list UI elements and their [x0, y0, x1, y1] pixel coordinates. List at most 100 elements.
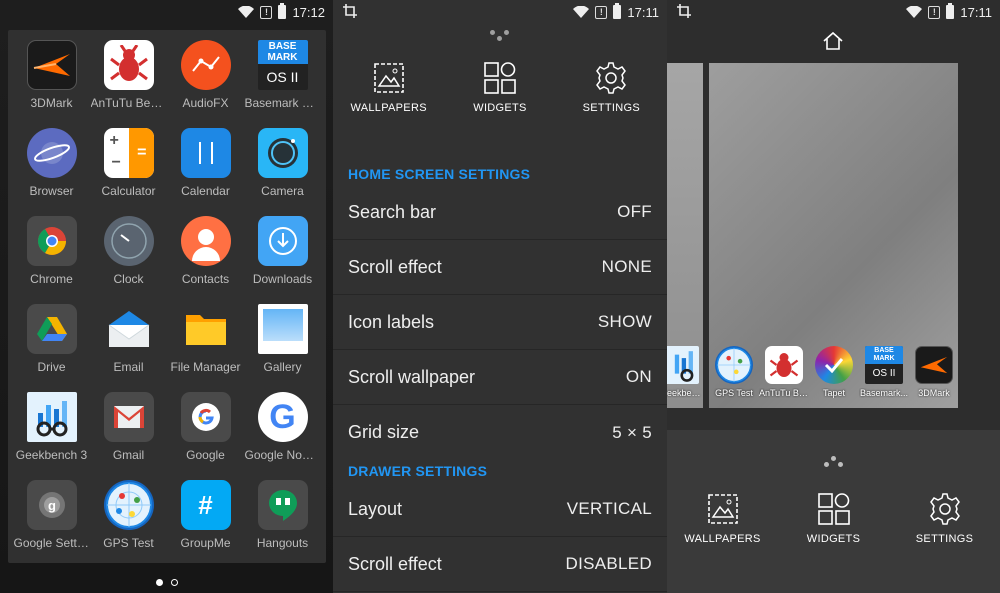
setting-value: VERTICAL	[566, 499, 652, 518]
dock-app-gps-test[interactable]: GPS Test	[709, 346, 759, 398]
app-label: Chrome	[30, 272, 73, 286]
setting-row-search-bar[interactable]: Search bar OFF	[333, 185, 667, 240]
app-basemark[interactable]: BASE MARK OS II Basemark OS...	[244, 40, 321, 128]
page-dot-inactive[interactable]	[170, 579, 178, 586]
app-label: Basemark...	[859, 388, 908, 398]
dock-app-basemark[interactable]: BASE MARK OS II Basemark...	[859, 346, 909, 398]
drag-handle-icon[interactable]	[824, 456, 844, 468]
battery-icon	[613, 3, 622, 19]
widgets-label: WIDGETS	[473, 102, 527, 114]
app-audiofx[interactable]: AudioFX	[167, 40, 244, 128]
app-hangouts[interactable]: Hangouts	[244, 480, 321, 568]
setting-row-scroll-effect[interactable]: Scroll effect NONE	[333, 240, 667, 295]
app-label: File Manager	[170, 360, 241, 374]
app-label: AnTuTu Be...	[759, 388, 809, 398]
status-time: 17:11	[960, 4, 992, 20]
settings-label: SETTINGS	[582, 102, 641, 114]
widgets-button[interactable]: WIDGETS	[450, 62, 550, 114]
app-label: AnTuTu Bench...	[90, 96, 167, 110]
wifi-icon	[573, 6, 590, 18]
setting-value: 5 × 5	[612, 422, 652, 442]
overview-toolbar: WALLPAPERS WIDGETS SETTINGS	[667, 493, 1000, 545]
app-drive[interactable]: Drive	[13, 304, 90, 392]
app-gps-test[interactable]: GPS Test	[90, 480, 167, 568]
app-groupme[interactable]: # GroupMe	[167, 480, 244, 568]
page-dot-active[interactable]	[155, 579, 163, 586]
app-3dmark[interactable]: 3DMark	[13, 40, 90, 128]
wallpapers-button[interactable]: WALLPAPERS	[339, 62, 439, 114]
gps-test-icon	[103, 480, 154, 530]
wallpapers-button[interactable]: WALLPAPERS	[673, 493, 773, 545]
app-label: AudioFX	[182, 96, 229, 110]
app-label: Geekbench 3	[15, 448, 88, 462]
setting-label: Search bar	[348, 201, 437, 222]
app-calculator[interactable]: + − = Calculator	[90, 128, 167, 216]
home-screen-settings-header: HOME SCREEN SETTINGS	[348, 166, 531, 182]
app-label: Gmail	[112, 448, 145, 462]
basemark-icon: BASE MARK OS II	[865, 346, 903, 384]
battery-icon	[946, 3, 955, 19]
gear-icon	[596, 62, 627, 94]
file-manager-icon	[181, 304, 231, 354]
setting-row-grid-size[interactable]: Grid size 5 × 5	[333, 405, 667, 460]
app-label: Email	[113, 360, 144, 374]
status-bar: ! 17:11	[333, 0, 667, 24]
audiofx-icon	[180, 40, 231, 90]
widgets-icon	[817, 493, 850, 525]
previous-page-dock: eekbench...	[667, 346, 703, 398]
downloads-icon	[257, 216, 308, 266]
drag-handle-icon[interactable]	[490, 30, 510, 42]
svg-text:g: g	[48, 498, 56, 513]
dock-app-tapet[interactable]: Tapet	[809, 346, 859, 398]
setting-row-layout[interactable]: Layout VERTICAL	[333, 482, 667, 537]
app-label: Hangouts	[256, 536, 309, 550]
app-label: Calculator	[101, 184, 156, 198]
wallpaper-icon	[373, 63, 404, 93]
setting-row-drawer-scroll-effect[interactable]: Scroll effect DISABLED	[333, 537, 667, 592]
settings-button[interactable]: SETTINGS	[561, 62, 661, 114]
basemark-banner: BASE MARK	[257, 40, 308, 64]
3dmark-icon	[26, 40, 77, 90]
setting-row-icon-labels[interactable]: Icon labels SHOW	[333, 295, 667, 350]
groupme-icon: #	[180, 480, 231, 530]
notification-icon: !	[260, 5, 273, 19]
app-file-manager[interactable]: File Manager	[167, 304, 244, 392]
app-gmail[interactable]: Gmail	[90, 392, 167, 480]
app-label: Tapet	[822, 388, 846, 398]
basemark-icon: BASE MARK OS II	[257, 40, 308, 90]
app-email[interactable]: Email	[90, 304, 167, 392]
app-contacts[interactable]: Contacts	[167, 216, 244, 304]
screenshot-crop-icon	[677, 4, 691, 18]
gallery-icon	[257, 304, 308, 354]
app-label: eekbench...	[667, 388, 703, 398]
3dmark-icon	[915, 346, 953, 384]
app-clock[interactable]: Clock	[90, 216, 167, 304]
launcher-settings-screen: ! 17:11 WALLPAPERS WIDGETS SETTINGS HOME	[333, 0, 667, 593]
notification-icon: !	[928, 5, 941, 19]
setting-row-scroll-wallpaper[interactable]: Scroll wallpaper ON	[333, 350, 667, 405]
app-antutu[interactable]: AnTuTu Bench...	[90, 40, 167, 128]
dock-app-3dmark[interactable]: 3DMark	[909, 346, 959, 398]
home-icon[interactable]	[822, 31, 844, 51]
status-bar: ! 17:12	[0, 0, 333, 24]
drive-icon	[26, 304, 77, 354]
app-geekbench[interactable]: Geekbench 3	[13, 392, 90, 480]
app-gallery[interactable]: Gallery	[244, 304, 321, 392]
widgets-button[interactable]: WIDGETS	[784, 493, 884, 545]
app-calendar[interactable]: Calendar	[167, 128, 244, 216]
dock-app-antutu[interactable]: AnTuTu Be...	[759, 346, 809, 398]
app-chrome[interactable]: Chrome	[13, 216, 90, 304]
app-google[interactable]: Google	[167, 392, 244, 480]
app-google-now-launcher[interactable]: G Google Now L...	[244, 392, 321, 480]
email-icon	[104, 304, 154, 354]
app-browser[interactable]: Browser	[13, 128, 90, 216]
screenshot-root: ! 17:12 3DMark AnTuTu Bench...	[0, 0, 1000, 593]
app-google-settings[interactable]: g Google Settin...	[13, 480, 90, 568]
status-time: 17:12	[292, 4, 325, 20]
current-page-dock: GPS Test AnTuTu Be... Tapet BASE MARK OS…	[709, 346, 958, 398]
app-camera[interactable]: Camera	[244, 128, 321, 216]
tapet-icon	[815, 346, 853, 384]
settings-button[interactable]: SETTINGS	[895, 493, 995, 545]
app-drawer[interactable]: 3DMark AnTuTu Bench... AudioFX	[8, 30, 326, 563]
app-downloads[interactable]: Downloads	[244, 216, 321, 304]
